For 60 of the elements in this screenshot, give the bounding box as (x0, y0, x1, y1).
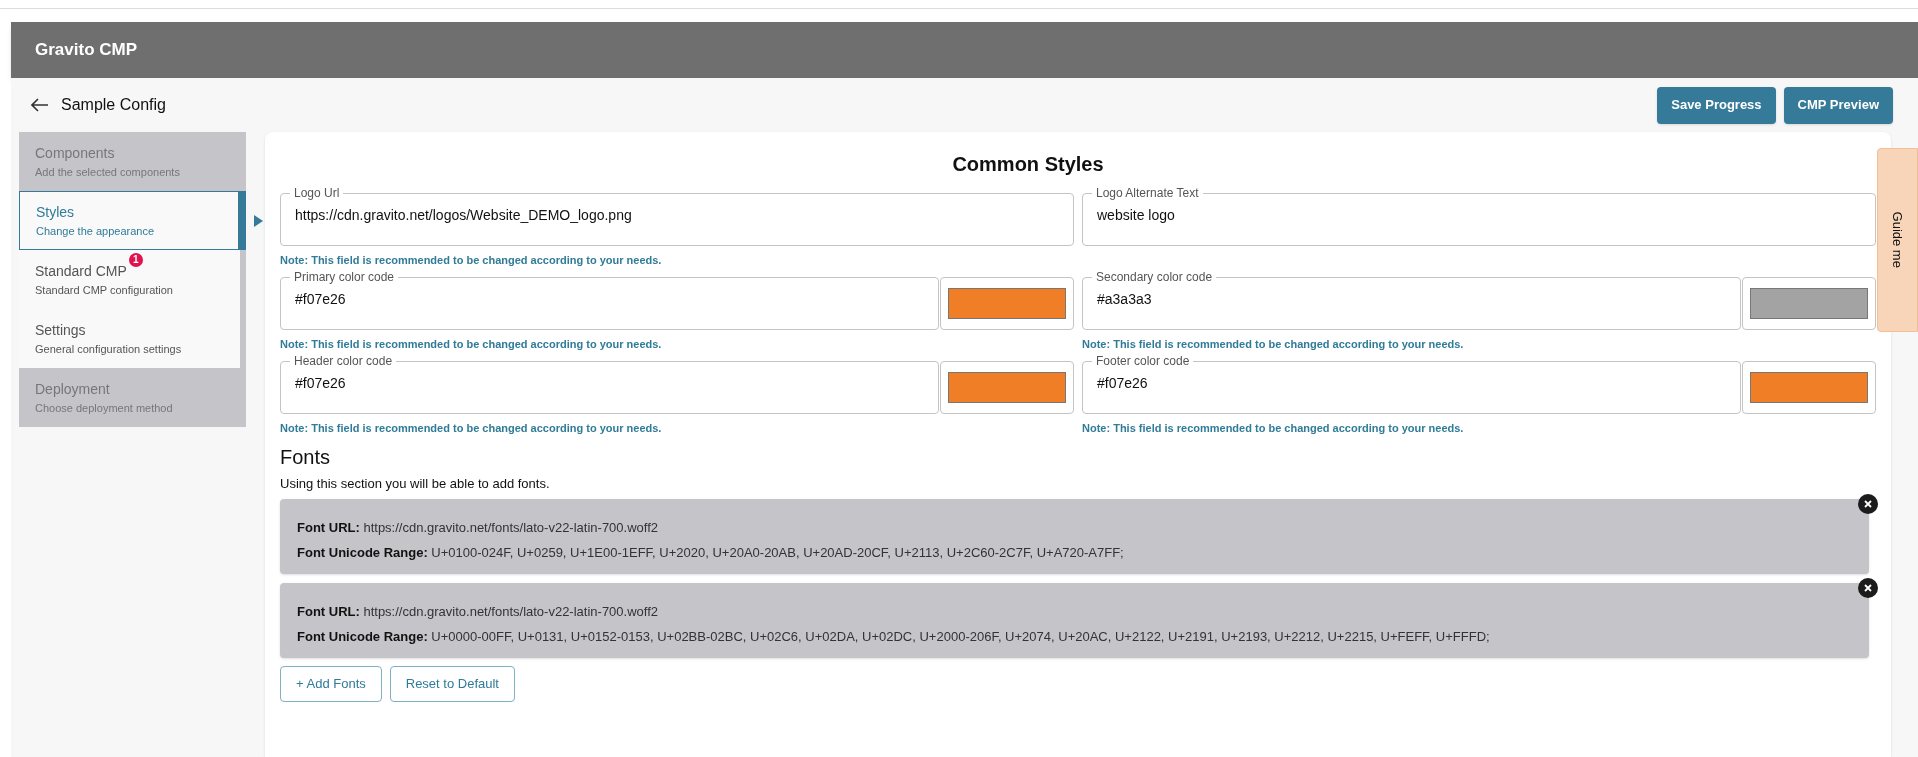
text-field[interactable]: Secondary color code #a3a3a3 (1082, 269, 1741, 330)
field-value: #a3a3a3 (1097, 289, 1152, 309)
page-title: Sample Config (61, 95, 166, 115)
text-field[interactable]: Logo Alternate Text website logo (1082, 185, 1876, 246)
field-value: https://cdn.gravito.net/logos/Website_DEMO_logo.png (295, 205, 632, 225)
field-label: Logo Alternate Text (1095, 185, 1200, 201)
app-title: Gravito CMP (35, 39, 138, 62)
font-unicode-range: Font Unicode Range: U+0100-024F, U+0259, U+1E00-1EFF, U+2020, U+20A0-20AB, U+20AD-20CF, U+2113, U+2C60-2C7F, U+A720-A7FF; (297, 543, 1125, 562)
color-picker[interactable] (1742, 361, 1876, 414)
text-field[interactable]: Logo Url https://cdn.gravito.net/logos/Website_DEMO_logo.png (280, 185, 1074, 246)
item-subtitle: Choose deployment method (35, 400, 174, 416)
field-label: Header color code (293, 353, 394, 369)
back-arrow-icon (31, 98, 49, 112)
field-label: Footer color code (1095, 353, 1191, 369)
close-icon[interactable] (1858, 493, 1878, 514)
field-note: Note: This field is recommended to be changed according to your needs. (280, 254, 662, 266)
back-button[interactable] (31, 98, 49, 112)
field-note: Note: This field is recommended to be changed according to your needs. (1082, 338, 1464, 350)
color-picker[interactable] (940, 361, 1074, 414)
close-icon[interactable] (1858, 577, 1878, 598)
text-field[interactable]: Footer color code #f07e26 (1082, 353, 1741, 414)
field-label: Secondary color code (1095, 269, 1214, 285)
outline-button[interactable]: Reset to Default (389, 665, 515, 702)
color-picker[interactable] (1742, 277, 1876, 330)
font-unicode-range: Font Unicode Range: U+0000-00FF, U+0131, U+0152-0153, U+02BB-02BC, U+02C6, U+02DA, U+02DC, U+2000-206F, U+2074, U+20AC, U+2122, U+2191, U+2193, U+2212, U+2215, U+FEFF, U+FFFD; (297, 627, 1491, 646)
action-button[interactable]: CMP Preview (1783, 86, 1893, 124)
field-note: Note: This field is recommended to be changed according to your needs. (1082, 422, 1464, 434)
field-value: #f07e26 (1097, 373, 1148, 393)
field-value: website logo (1097, 205, 1175, 225)
notification-badge: 1 (128, 252, 143, 267)
item-subtitle: Add the selected components (35, 164, 181, 180)
item-subtitle: Change the appearance (36, 223, 156, 239)
outline-button[interactable]: + Add Fonts (280, 665, 382, 702)
guide-tab[interactable]: Guide me (1877, 148, 1918, 332)
item-title: Standard CMP (35, 261, 127, 281)
action-button[interactable]: Save Progress (1657, 86, 1776, 124)
color-picker[interactable] (940, 277, 1074, 330)
field-note: Note: This field is recommended to be changed according to your needs. (280, 422, 662, 434)
font-url: Font URL: https://cdn.gravito.net/fonts/lato-v22-latin-700.woff2 (297, 603, 660, 621)
item-title: Components (35, 143, 115, 163)
item-title: Styles (36, 202, 75, 222)
item-subtitle: Standard CMP configuration (35, 282, 174, 298)
selection-bar (238, 191, 246, 250)
fonts-title: Fonts (280, 445, 332, 470)
section-title: Common Styles (952, 152, 1104, 177)
field-label: Logo Url (293, 185, 341, 201)
text-field[interactable]: Primary color code #f07e26 (280, 269, 939, 330)
item-title: Deployment (35, 379, 110, 399)
field-value: #f07e26 (295, 289, 346, 309)
field-label: Primary color code (293, 269, 396, 285)
sidebar-item[interactable]: Settings General configuration settings (19, 309, 240, 368)
font-url: Font URL: https://cdn.gravito.net/fonts/lato-v22-latin-700.woff2 (297, 519, 660, 537)
item-title: Settings (35, 320, 86, 340)
item-subtitle: General configuration settings (35, 341, 183, 357)
pointer-icon (254, 215, 263, 227)
sidebar-item[interactable]: Standard CMP 1 Standard CMP configuration (19, 250, 240, 309)
text-field[interactable]: Header color code #f07e26 (280, 353, 939, 414)
field-value: #f07e26 (295, 373, 346, 393)
field-note: Note: This field is recommended to be changed according to your needs. (280, 338, 662, 350)
fonts-description: Using this section you will be able to add fonts. (280, 475, 551, 493)
